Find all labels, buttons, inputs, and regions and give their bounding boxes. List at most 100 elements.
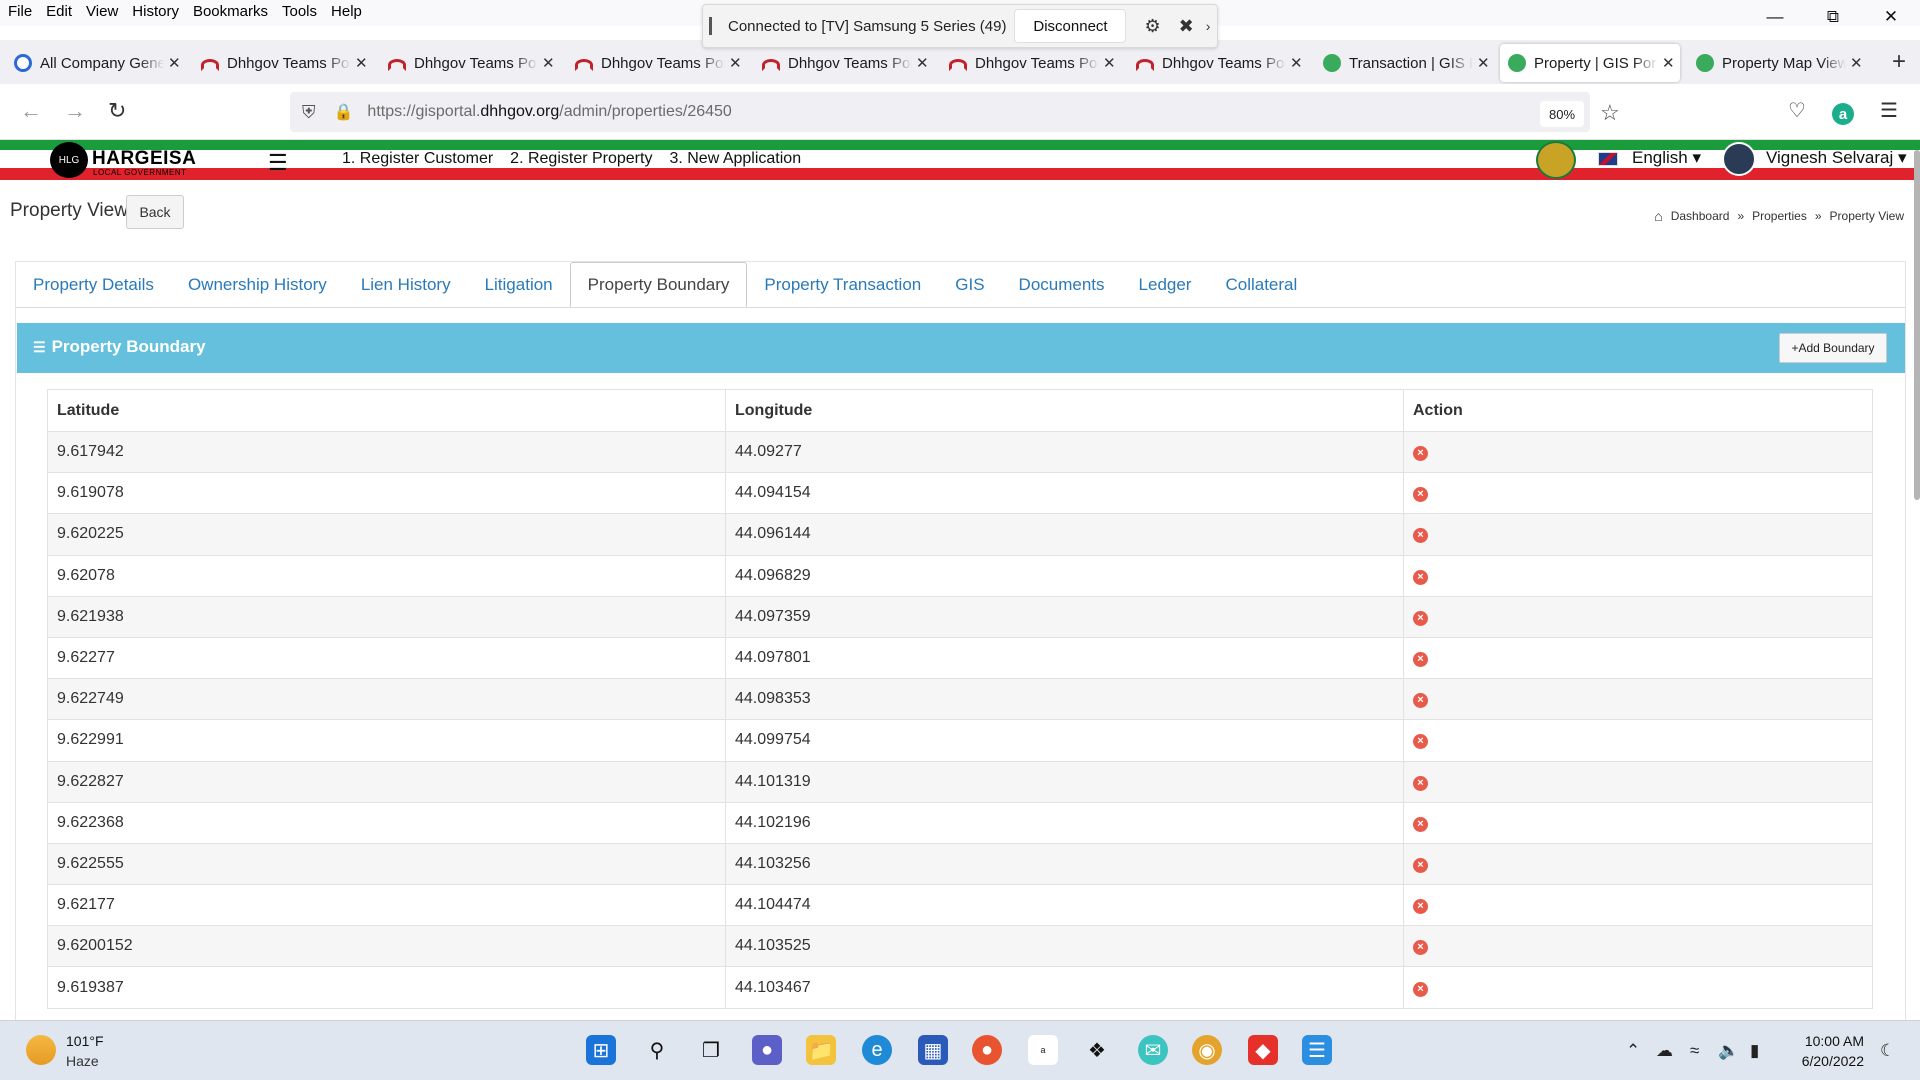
- delete-icon[interactable]: ×: [1413, 899, 1428, 915]
- close-tab-icon[interactable]: ✕: [729, 54, 742, 72]
- close-tab-icon[interactable]: ✕: [916, 54, 929, 72]
- hamburger-menu-icon[interactable]: ☰: [1880, 98, 1898, 123]
- task-view-icon[interactable]: ❐: [696, 1035, 726, 1065]
- dropbox-icon[interactable]: ❖: [1082, 1035, 1112, 1065]
- close-tab-icon[interactable]: ✕: [1103, 54, 1116, 72]
- tab-property-details[interactable]: Property Details: [16, 262, 171, 308]
- volume-icon[interactable]: 🔈: [1718, 1041, 1739, 1061]
- weather-condition[interactable]: Haze: [66, 1053, 99, 1069]
- extension-a-icon[interactable]: a: [1832, 103, 1854, 125]
- battery-icon[interactable]: ▮: [1750, 1041, 1759, 1061]
- chevron-up-icon[interactable]: ⌃: [1626, 1041, 1640, 1061]
- logo-icon[interactable]: HLG: [50, 142, 88, 178]
- close-tab-icon[interactable]: ✕: [1477, 54, 1490, 72]
- close-tab-icon[interactable]: ✕: [1290, 54, 1303, 72]
- clock-time[interactable]: 10:00 AM: [1800, 1033, 1864, 1049]
- menu-help[interactable]: Help: [331, 3, 362, 20]
- delete-icon[interactable]: ×: [1413, 981, 1428, 997]
- delete-icon[interactable]: ×: [1413, 940, 1428, 956]
- settings-icon[interactable]: ⚙: [1144, 16, 1160, 37]
- shield-icon[interactable]: ⛨: [302, 102, 316, 123]
- tab-collateral[interactable]: Collateral: [1208, 262, 1314, 308]
- menu-tools[interactable]: Tools: [282, 3, 317, 20]
- delete-icon[interactable]: ×: [1413, 857, 1428, 873]
- address-bar[interactable]: ⛨ 🔒 https://gisportal.dhhgov.org/admin/p…: [290, 92, 1590, 132]
- delete-icon[interactable]: ×: [1413, 528, 1428, 544]
- tab-documents[interactable]: Documents: [1002, 262, 1122, 308]
- back-arrow-icon[interactable]: ←: [20, 98, 42, 124]
- page-scrollbar[interactable]: [1914, 150, 1920, 500]
- notification-icon[interactable]: ☾: [1880, 1041, 1895, 1061]
- cast-grip[interactable]: [709, 17, 712, 35]
- close-tab-icon[interactable]: ✕: [1850, 54, 1863, 72]
- firefox-icon[interactable]: ●: [972, 1035, 1002, 1065]
- clock-date[interactable]: 6/20/2022: [1790, 1053, 1864, 1069]
- browser-tab[interactable]: Dhhgov Teams Portal✕: [193, 44, 371, 82]
- file-explorer-icon[interactable]: 📁: [806, 1035, 836, 1065]
- store-icon[interactable]: ▦: [918, 1035, 948, 1065]
- search-icon[interactable]: ⚲: [642, 1035, 672, 1065]
- delete-icon[interactable]: ×: [1413, 734, 1428, 750]
- tab-ownership-history[interactable]: Ownership History: [171, 262, 344, 308]
- browser-tab[interactable]: Transaction | GIS Portal✕: [1315, 44, 1493, 82]
- delete-icon[interactable]: ×: [1413, 569, 1428, 585]
- amazon-icon[interactable]: a: [1028, 1035, 1058, 1065]
- sidebar-toggle-icon[interactable]: ☰: [268, 150, 288, 176]
- browser-tab[interactable]: Dhhgov Teams Portal✕: [754, 44, 932, 82]
- tab-property-boundary[interactable]: Property Boundary: [569, 262, 748, 308]
- disconnect-button[interactable]: Disconnect: [1014, 9, 1127, 43]
- delete-icon[interactable]: ×: [1413, 487, 1428, 503]
- tab-litigation[interactable]: Litigation: [468, 262, 570, 308]
- quick-link[interactable]: 3. New Application: [669, 150, 801, 168]
- tab-property-transaction[interactable]: Property Transaction: [747, 262, 938, 308]
- edge-icon[interactable]: e: [862, 1035, 892, 1065]
- chevron-right-icon[interactable]: ›: [1206, 18, 1211, 34]
- browser-tab[interactable]: All Company General✕: [6, 44, 184, 82]
- quick-link[interactable]: 2. Register Property: [510, 150, 652, 168]
- chrome-icon[interactable]: ◉: [1192, 1035, 1222, 1065]
- menu-bookmarks[interactable]: Bookmarks: [193, 3, 268, 20]
- menu-edit[interactable]: Edit: [46, 3, 72, 20]
- tab-lien-history[interactable]: Lien History: [344, 262, 468, 308]
- browser-tab[interactable]: Property | GIS Portal✕: [1500, 44, 1680, 82]
- delete-icon[interactable]: ×: [1413, 610, 1428, 626]
- quick-link[interactable]: 1. Register Customer: [342, 150, 493, 168]
- browser-tab[interactable]: Dhhgov Teams Portal✕: [1128, 44, 1306, 82]
- unpin-icon[interactable]: ✖: [1179, 16, 1194, 37]
- weather-icon[interactable]: [26, 1035, 56, 1065]
- messenger-icon[interactable]: ✉: [1138, 1035, 1168, 1065]
- logo-text[interactable]: HARGEISA: [92, 148, 196, 170]
- start-icon[interactable]: ⊞: [586, 1035, 616, 1065]
- language-dropdown[interactable]: English ▾: [1632, 148, 1701, 168]
- forward-arrow-icon[interactable]: →: [64, 98, 86, 124]
- browser-tab[interactable]: Dhhgov Teams Portal✕: [941, 44, 1119, 82]
- teams-chat-icon[interactable]: ●: [752, 1035, 782, 1065]
- breadcrumb-item[interactable]: Dashboard: [1671, 209, 1730, 223]
- user-menu-dropdown[interactable]: Vignesh Selvaraj ▾: [1766, 148, 1907, 168]
- delete-icon[interactable]: ×: [1413, 652, 1428, 668]
- close-window-icon[interactable]: ✕: [1862, 0, 1920, 34]
- lock-icon[interactable]: 🔒: [334, 102, 354, 122]
- url-text[interactable]: https://gisportal.dhhgov.org/admin/prope…: [367, 103, 731, 121]
- add-boundary-button[interactable]: +Add Boundary: [1779, 333, 1887, 363]
- anydesk-icon[interactable]: ◆: [1248, 1035, 1278, 1065]
- pocket-icon[interactable]: ♡: [1788, 98, 1806, 123]
- new-tab-icon[interactable]: +: [1892, 48, 1906, 76]
- close-tab-icon[interactable]: ✕: [355, 54, 368, 72]
- bookmark-star-icon[interactable]: ☆: [1600, 100, 1620, 126]
- back-button[interactable]: Back: [126, 195, 184, 229]
- cloud-icon[interactable]: ☁: [1656, 1041, 1673, 1061]
- minimize-icon[interactable]: —: [1746, 0, 1804, 34]
- browser-tab[interactable]: Property Map View ✕: [1688, 44, 1866, 82]
- tab-ledger[interactable]: Ledger: [1122, 262, 1209, 308]
- delete-icon[interactable]: ×: [1413, 693, 1428, 709]
- menu-view[interactable]: View: [86, 3, 118, 20]
- close-tab-icon[interactable]: ✕: [1662, 54, 1675, 72]
- close-tab-icon[interactable]: ✕: [168, 54, 181, 72]
- wifi-icon[interactable]: ≈: [1690, 1041, 1699, 1061]
- menu-file[interactable]: File: [8, 3, 32, 20]
- close-tab-icon[interactable]: ✕: [542, 54, 555, 72]
- menu-history[interactable]: History: [132, 3, 179, 20]
- breadcrumb-item[interactable]: Properties: [1752, 209, 1807, 223]
- notepad-icon[interactable]: ☰: [1302, 1035, 1332, 1065]
